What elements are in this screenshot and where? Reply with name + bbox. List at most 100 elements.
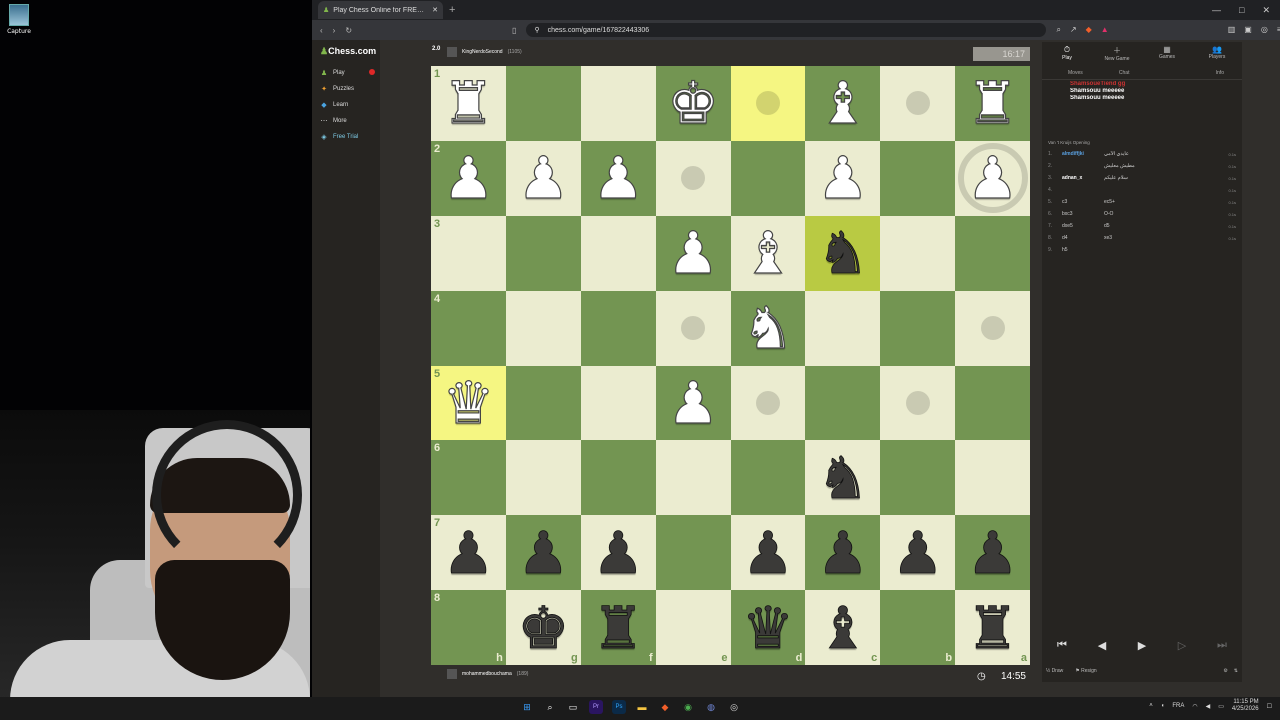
board-square[interactable] <box>880 290 956 366</box>
board-square[interactable]: ♜ <box>955 66 1030 141</box>
black-pawn-icon[interactable]: ♟ <box>891 523 944 582</box>
top-player-name[interactable]: KingNerdoSecond <box>462 49 503 55</box>
sidebar-item-more[interactable]: ⋯ More <box>312 113 380 129</box>
reload-icon[interactable]: ↻ <box>345 26 352 35</box>
board-square[interactable] <box>730 365 806 441</box>
previous-move-icon[interactable]: ◀ <box>1084 636 1120 654</box>
tab-players[interactable]: 👥 Players <box>1192 42 1242 66</box>
white-pawn-icon[interactable]: ♟ <box>666 373 719 432</box>
avatar[interactable] <box>447 47 457 57</box>
move-row[interactable]: 9. h5 <box>1048 244 1236 256</box>
board-square[interactable] <box>880 365 956 441</box>
board-square[interactable] <box>580 440 656 516</box>
board-square[interactable] <box>655 140 731 216</box>
board-square[interactable]: 2 ♟ <box>431 140 506 216</box>
white-move[interactable]: h5 <box>1062 247 1104 253</box>
board-square[interactable] <box>730 66 806 141</box>
forward-icon[interactable]: › <box>333 26 336 35</box>
next-move-icon[interactable]: ▶ <box>1124 636 1160 654</box>
board-square[interactable] <box>730 440 806 516</box>
chrome-icon[interactable]: ◉ <box>681 700 695 714</box>
subtab-info[interactable]: Info <box>1216 70 1224 76</box>
black-rook-icon[interactable]: ♜ <box>966 598 1019 657</box>
move-row[interactable]: 2. مطيش معليش 0.1s <box>1048 160 1236 172</box>
black-pawn-icon[interactable]: ♟ <box>517 523 570 582</box>
capture-desktop-icon[interactable]: Capture <box>4 2 34 35</box>
sidebar-item-puzzles[interactable]: ✦ Puzzles <box>312 81 380 97</box>
white-move[interactable]: adnan_x <box>1062 175 1104 181</box>
black-knight-icon[interactable]: ♞ <box>816 448 869 507</box>
white-pawn-icon[interactable]: ♟ <box>442 149 495 208</box>
back-icon[interactable]: ‹ <box>320 26 323 35</box>
black-move[interactable]: سلام عليكم <box>1104 175 1224 181</box>
board-square[interactable]: ♟ <box>505 515 581 591</box>
white-rook-icon[interactable]: ♜ <box>442 74 495 133</box>
new-tab-button[interactable]: + <box>449 4 455 16</box>
discord-icon[interactable]: ◍ <box>704 700 718 714</box>
task-view-icon[interactable]: ▭ <box>566 700 580 714</box>
legal-move-dot[interactable] <box>980 316 1005 341</box>
board-square[interactable]: ♟ <box>580 515 656 591</box>
chess-logo[interactable]: ♟Chess.com <box>312 46 380 57</box>
draw-button[interactable]: ½ Draw <box>1046 668 1063 674</box>
black-move[interactable]: ec5+ <box>1104 199 1224 205</box>
board-square[interactable] <box>655 515 731 591</box>
black-move[interactable]: عايدي الأمي <box>1104 151 1224 157</box>
white-move[interactable]: dxe5 <box>1062 223 1104 229</box>
site-info-icon[interactable]: ⚲ <box>534 26 539 34</box>
wallet-icon[interactable]: ▣ <box>1244 25 1252 35</box>
board-square[interactable]: 8h <box>431 590 506 665</box>
bookmark-icon[interactable]: ▯ <box>512 26 516 35</box>
minimize-button[interactable]: — <box>1212 5 1221 16</box>
board-square[interactable]: ♟ <box>505 140 581 216</box>
white-rook-icon[interactable]: ♜ <box>966 74 1019 133</box>
white-knight-icon[interactable]: ♞ <box>741 298 794 357</box>
white-bishop-icon[interactable]: ♝ <box>816 74 869 133</box>
white-pawn-icon[interactable]: ♟ <box>816 149 869 208</box>
last-move-icon[interactable]: ⏭ <box>1204 636 1240 654</box>
photoshop-icon[interactable]: Ps <box>612 700 626 714</box>
board-square[interactable] <box>955 290 1030 366</box>
white-bishop-icon[interactable]: ♝ <box>741 224 794 283</box>
black-pawn-icon[interactable]: ♟ <box>816 523 869 582</box>
sidebar-item-play[interactable]: ♟ Play <box>312 65 380 81</box>
speaker-icon[interactable]: ◀ <box>1206 703 1211 710</box>
flip-board-icon[interactable]: ⇅ <box>1234 668 1238 674</box>
board-square[interactable] <box>505 290 581 366</box>
white-move[interactable]: c3 <box>1062 199 1104 205</box>
board-square[interactable] <box>805 365 881 441</box>
board-square[interactable]: ♟ <box>655 215 731 291</box>
tab-play[interactable]: ⏱ Play <box>1042 42 1092 66</box>
board-square[interactable] <box>655 290 731 366</box>
battery-icon[interactable]: ▭ <box>1218 703 1224 710</box>
board-square[interactable]: ♟ <box>730 515 806 591</box>
board-square[interactable] <box>655 440 731 516</box>
board-square[interactable] <box>505 440 581 516</box>
black-bishop-icon[interactable]: ♝ <box>816 598 869 657</box>
white-pawn-icon[interactable]: ♟ <box>517 149 570 208</box>
board-square[interactable]: 4 <box>431 290 506 366</box>
board-square[interactable]: g ♚ <box>505 590 581 665</box>
board-square[interactable] <box>505 215 581 291</box>
language-indicator[interactable]: FRA <box>1172 703 1184 709</box>
maximize-button[interactable]: □ <box>1239 5 1244 16</box>
board-square[interactable] <box>580 290 656 366</box>
board-square[interactable]: ♟ <box>955 140 1030 216</box>
black-queen-icon[interactable]: ♛ <box>742 598 795 657</box>
board-square[interactable] <box>880 215 956 291</box>
search-icon[interactable]: ⌕ <box>543 700 557 714</box>
vpn-icon[interactable]: ◎ <box>1261 25 1268 35</box>
brave-browser-icon[interactable]: ◆ <box>658 700 672 714</box>
clock[interactable]: 11:15 PM 4/25/2026 <box>1232 699 1259 713</box>
white-move[interactable]: bxc3 <box>1062 211 1104 217</box>
notification-icon[interactable]: ☐ <box>1267 703 1272 710</box>
obs-icon[interactable]: ◎ <box>727 700 741 714</box>
board-square[interactable]: ♚ <box>655 66 731 141</box>
browser-tab[interactable]: ♟ Play Chess Online for FREE - 2 P ✕ <box>318 1 443 19</box>
black-move[interactable]: مطيش معليش <box>1104 163 1224 169</box>
chevron-up-icon[interactable]: ˄ <box>1149 703 1153 709</box>
move-row[interactable]: 1. almdiffjki عايدي الأمي 0.1s <box>1048 148 1236 160</box>
board-square[interactable]: ♟ <box>805 140 881 216</box>
legal-move-dot[interactable] <box>905 91 930 116</box>
board-square[interactable] <box>880 66 956 141</box>
